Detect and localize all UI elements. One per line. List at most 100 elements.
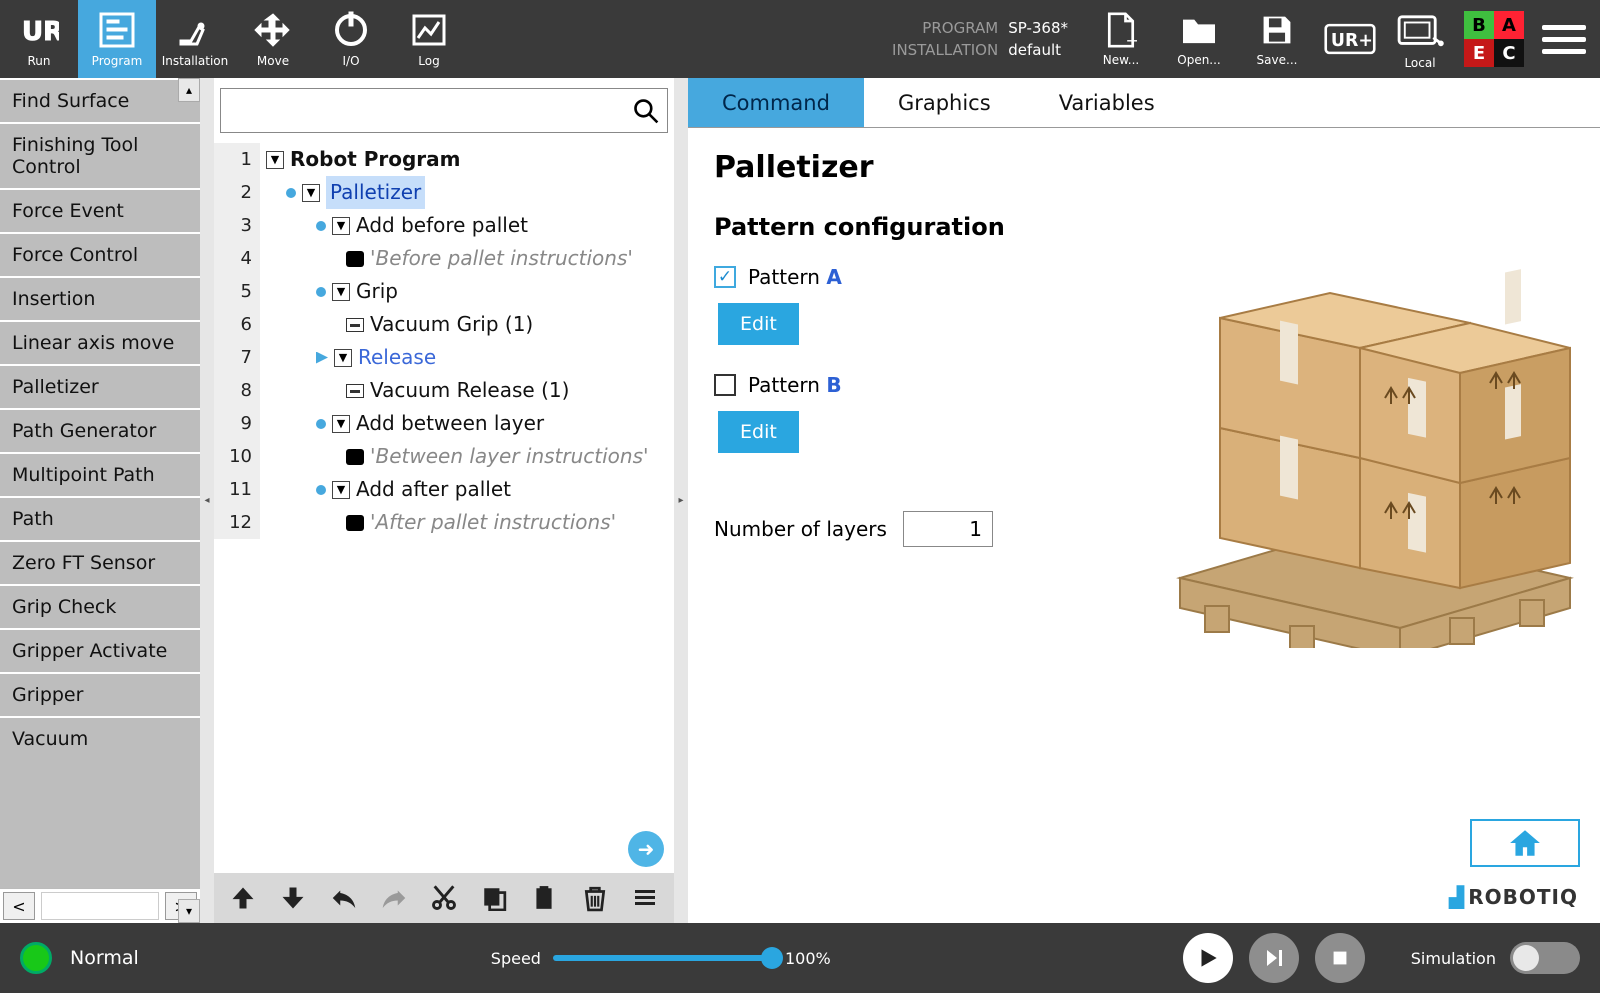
node-sidebar: ▴ Find SurfaceFinishing Tool ControlForc… bbox=[0, 78, 200, 923]
tree-search-input[interactable] bbox=[221, 100, 625, 121]
node-pin-icon bbox=[316, 485, 326, 495]
sidebar-node[interactable]: Gripper Activate bbox=[0, 628, 200, 672]
teach-pendant-icon[interactable] bbox=[1394, 8, 1446, 56]
tree-row[interactable]: 3▼Add before pallet bbox=[214, 209, 672, 242]
paste-icon[interactable] bbox=[529, 881, 559, 915]
program-tab[interactable]: Program bbox=[78, 0, 156, 78]
home-button[interactable] bbox=[1470, 819, 1580, 867]
sidebar-tab-prev[interactable]: < bbox=[3, 892, 35, 920]
program-tree[interactable]: 1▼Robot Program2▼Palletizer3▼Add before … bbox=[214, 137, 674, 825]
new-file-icon: + bbox=[1101, 11, 1141, 49]
sidebar-node[interactable]: Gripper bbox=[0, 672, 200, 716]
io-tab[interactable]: I/O bbox=[312, 0, 390, 78]
line-number: 4 bbox=[214, 242, 260, 275]
command-tab[interactable]: Command bbox=[688, 78, 864, 127]
installation-tab[interactable]: Installation bbox=[156, 0, 234, 78]
sidebar-node[interactable]: Grip Check bbox=[0, 584, 200, 628]
step-button[interactable] bbox=[1249, 933, 1299, 983]
tree-row[interactable]: 10'Between layer instructions' bbox=[214, 440, 672, 473]
simulation-toggle[interactable] bbox=[1510, 942, 1580, 974]
sidebar-node[interactable]: Multipoint Path bbox=[0, 452, 200, 496]
tree-row[interactable]: 1▼Robot Program bbox=[214, 143, 672, 176]
undo-icon[interactable] bbox=[328, 881, 358, 915]
svg-text:UR: UR bbox=[22, 17, 59, 47]
sidebar-node[interactable]: Force Event bbox=[0, 188, 200, 232]
node-pin-icon bbox=[316, 287, 326, 297]
speed-slider[interactable] bbox=[553, 955, 773, 961]
sidebar-node[interactable]: Insertion bbox=[0, 276, 200, 320]
tree-row[interactable]: 9▼Add between layer bbox=[214, 407, 672, 440]
tree-node-text: Add between layer bbox=[356, 407, 544, 440]
move-tab[interactable]: Move bbox=[234, 0, 312, 78]
copy-icon[interactable] bbox=[479, 881, 509, 915]
speed-label: Speed bbox=[491, 949, 541, 968]
hamburger-menu-icon[interactable] bbox=[1542, 25, 1586, 54]
goto-next-icon[interactable]: ➜ bbox=[628, 831, 664, 867]
tree-row[interactable]: 4 'Before pallet instructions' bbox=[214, 242, 672, 275]
node-pin-icon bbox=[286, 188, 296, 198]
move-down-icon[interactable] bbox=[278, 881, 308, 915]
save-button[interactable]: Save... bbox=[1238, 11, 1316, 67]
sidebar-scroll-up[interactable]: ▴ bbox=[178, 78, 200, 102]
node-pin-icon bbox=[316, 419, 326, 429]
edit-pattern-a-button[interactable]: Edit bbox=[718, 303, 799, 345]
sidebar-node[interactable]: Zero FT Sensor bbox=[0, 540, 200, 584]
pattern-b-label: Pattern B bbox=[748, 373, 842, 397]
delete-icon[interactable] bbox=[580, 881, 610, 915]
comment-icon bbox=[346, 515, 364, 531]
tree-row[interactable]: 11▼Add after pallet bbox=[214, 473, 672, 506]
tree-node-text: 'Between layer instructions' bbox=[370, 440, 649, 473]
tree-toolbar bbox=[214, 873, 674, 923]
tree-row[interactable]: 12'After pallet instructions' bbox=[214, 506, 672, 539]
io-icon bbox=[330, 10, 372, 50]
speed-thumb[interactable] bbox=[761, 947, 783, 969]
graphics-tab[interactable]: Graphics bbox=[864, 78, 1025, 127]
sidebar-node[interactable]: Find Surface bbox=[0, 78, 200, 122]
search-icon[interactable] bbox=[625, 90, 667, 132]
tree-row[interactable]: 2▼Palletizer bbox=[214, 176, 672, 209]
tree-row[interactable]: 6Vacuum Grip (1) bbox=[214, 308, 672, 341]
edit-pattern-b-button[interactable]: Edit bbox=[718, 411, 799, 453]
open-button[interactable]: Open... bbox=[1160, 11, 1238, 67]
pattern-a-checkbox[interactable] bbox=[714, 266, 736, 288]
right-splitter[interactable] bbox=[674, 78, 688, 923]
sidebar-scroll-down[interactable]: ▾ bbox=[178, 899, 200, 923]
urplus-icon[interactable]: UR+ bbox=[1324, 15, 1376, 63]
sidebar-tab-space[interactable] bbox=[41, 892, 159, 920]
status-led-icon[interactable] bbox=[20, 942, 52, 974]
variables-tab[interactable]: Variables bbox=[1025, 78, 1189, 127]
move-up-icon[interactable] bbox=[228, 881, 258, 915]
line-number: 8 bbox=[214, 374, 260, 407]
tree-row[interactable]: 5▼Grip bbox=[214, 275, 672, 308]
safety-checksum-icon[interactable]: B A E C bbox=[1464, 11, 1524, 67]
sidebar-node[interactable]: Linear axis move bbox=[0, 320, 200, 364]
tree-node-text: Grip bbox=[356, 275, 398, 308]
log-tab[interactable]: Log bbox=[390, 0, 468, 78]
tree-row[interactable]: 7▼Release bbox=[214, 341, 672, 374]
sidebar-node[interactable]: Vacuum bbox=[0, 716, 200, 760]
sidebar-node[interactable]: Finishing Tool Control bbox=[0, 122, 200, 188]
left-splitter[interactable] bbox=[200, 78, 214, 923]
sidebar-node[interactable]: Palletizer bbox=[0, 364, 200, 408]
sidebar-tabs-nav: < > bbox=[0, 888, 200, 923]
sidebar-node[interactable]: Path Generator bbox=[0, 408, 200, 452]
tree-row[interactable]: 8Vacuum Release (1) bbox=[214, 374, 672, 407]
tree-node-text: Add after pallet bbox=[356, 473, 511, 506]
sidebar-node[interactable]: Path bbox=[0, 496, 200, 540]
layers-input[interactable] bbox=[903, 511, 993, 547]
line-number: 6 bbox=[214, 308, 260, 341]
suppress-icon[interactable] bbox=[630, 881, 660, 915]
run-tab[interactable]: UR Run bbox=[0, 0, 78, 78]
play-button[interactable] bbox=[1183, 933, 1233, 983]
panel-title: Palletizer bbox=[714, 150, 1574, 185]
tree-node-text: 'Before pallet instructions' bbox=[370, 242, 633, 275]
stop-button[interactable] bbox=[1315, 933, 1365, 983]
header-keys: PROGRAM INSTALLATION bbox=[892, 17, 998, 61]
run-label: Run bbox=[27, 54, 50, 68]
redo-icon[interactable] bbox=[379, 881, 409, 915]
tree-node-text: Release bbox=[358, 341, 436, 374]
sidebar-node[interactable]: Force Control bbox=[0, 232, 200, 276]
cut-icon[interactable] bbox=[429, 881, 459, 915]
new-button[interactable]: + New... bbox=[1082, 11, 1160, 67]
pattern-b-checkbox[interactable] bbox=[714, 374, 736, 396]
